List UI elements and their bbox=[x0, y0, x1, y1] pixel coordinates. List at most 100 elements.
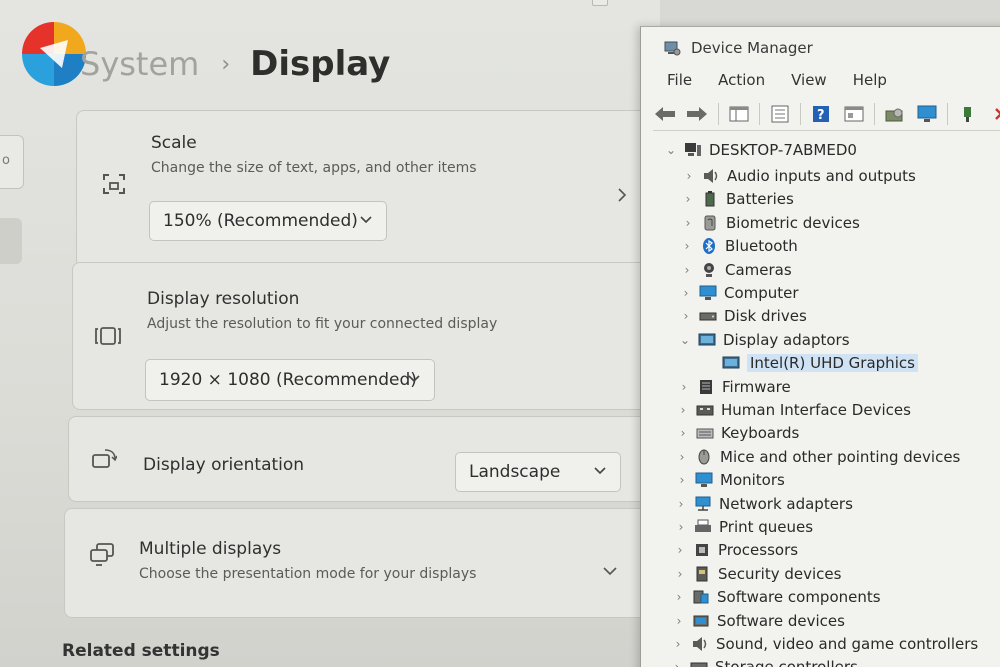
show-hide-console-tree-button[interactable] bbox=[727, 102, 751, 126]
menu-action[interactable]: Action bbox=[718, 71, 765, 95]
tree-item[interactable]: › Mice and other pointing devices bbox=[674, 446, 961, 468]
add-legacy-button[interactable] bbox=[956, 102, 980, 126]
tree-item[interactable]: › Cameras bbox=[679, 259, 792, 281]
tree-item[interactable]: › Security devices bbox=[672, 563, 842, 585]
tree-item[interactable]: ⌄ Display adaptors bbox=[677, 329, 850, 351]
tree-item-label: Display adaptors bbox=[723, 331, 850, 349]
tree-root[interactable]: ⌄ DESKTOP-7ABMED0 bbox=[663, 139, 857, 161]
tree-item[interactable]: › Bluetooth bbox=[679, 235, 798, 257]
tree-item[interactable]: › Software devices bbox=[671, 610, 845, 632]
scan-hardware-icon bbox=[917, 105, 937, 122]
chevron-right-icon[interactable]: › bbox=[675, 426, 691, 440]
tree-item-label: Keyboards bbox=[721, 424, 800, 442]
tree-item[interactable]: › Software components bbox=[671, 586, 881, 608]
hid-icon bbox=[695, 401, 715, 419]
tree-item[interactable]: Intel(R) UHD Graphics bbox=[701, 352, 918, 374]
chevron-right-icon bbox=[618, 188, 627, 202]
tree-item[interactable]: › Print queues bbox=[673, 516, 814, 538]
resolution-icon bbox=[95, 327, 121, 345]
properties-button[interactable] bbox=[768, 102, 792, 126]
tree-item[interactable]: › Network adapters bbox=[673, 493, 853, 515]
sound-icon bbox=[690, 635, 710, 653]
device-manager-icon bbox=[664, 41, 681, 56]
tree-item[interactable]: › Firmware bbox=[676, 376, 791, 398]
nav-search-stub[interactable]: o bbox=[0, 135, 24, 189]
svg-text:?: ? bbox=[817, 108, 825, 123]
chevron-right-icon[interactable]: › bbox=[673, 497, 689, 511]
chevron-right-icon[interactable]: › bbox=[671, 614, 687, 628]
chevron-right-icon[interactable]: › bbox=[680, 192, 696, 206]
tree-item[interactable]: › Audio inputs and outputs bbox=[681, 165, 916, 187]
tree-item[interactable]: › Human Interface Devices bbox=[675, 399, 911, 421]
tree-item[interactable]: › Biometric devices bbox=[680, 212, 860, 234]
back-button[interactable] bbox=[653, 102, 677, 126]
chevron-right-icon[interactable]: › bbox=[672, 543, 688, 557]
chevron-right-icon[interactable]: › bbox=[672, 567, 688, 581]
network-icon bbox=[693, 495, 713, 513]
processor-icon bbox=[692, 541, 712, 559]
tree-item[interactable]: › Computer bbox=[678, 282, 799, 304]
resolution-dropdown[interactable]: 1920 × 1080 (Recommended) bbox=[145, 359, 435, 401]
chevron-right-icon[interactable]: › bbox=[676, 380, 692, 394]
related-settings-heading: Related settings bbox=[62, 641, 220, 661]
chevron-right-icon[interactable]: › bbox=[678, 286, 694, 300]
orientation-dropdown-value: Landscape bbox=[469, 462, 561, 482]
tree-item-label: Software devices bbox=[717, 612, 845, 630]
storage-icon bbox=[689, 658, 709, 667]
chevron-right-icon[interactable]: › bbox=[674, 450, 690, 464]
chevron-right-icon[interactable]: › bbox=[679, 239, 695, 253]
tree-item-label: Audio inputs and outputs bbox=[727, 167, 916, 185]
chevron-right-icon[interactable]: › bbox=[679, 263, 695, 277]
window-button[interactable] bbox=[592, 0, 608, 6]
chevron-right-icon[interactable]: › bbox=[670, 637, 686, 651]
nav-selected-stub[interactable] bbox=[0, 218, 22, 264]
update-driver-button[interactable] bbox=[883, 102, 907, 126]
chevron-right-icon[interactable]: › bbox=[673, 520, 689, 534]
tree-item[interactable]: › Sound, video and game controllers bbox=[670, 633, 979, 655]
chevron-right-icon[interactable]: › bbox=[678, 309, 694, 323]
console-tree-icon bbox=[729, 106, 749, 121]
chevron-down-icon[interactable]: ⌄ bbox=[677, 333, 693, 347]
menu-help[interactable]: Help bbox=[853, 71, 887, 95]
breadcrumb-chevron-icon: › bbox=[221, 51, 231, 77]
tree-item-label: Security devices bbox=[718, 565, 842, 583]
device-manager-titlebar[interactable]: Device Manager bbox=[641, 27, 1000, 67]
chevron-right-icon[interactable]: › bbox=[674, 473, 690, 487]
tree-item-label: Network adapters bbox=[719, 495, 853, 513]
scale-dropdown-value: 150% (Recommended) bbox=[163, 211, 358, 231]
display-adapter-icon bbox=[721, 354, 741, 372]
tree-item-label: Batteries bbox=[726, 190, 794, 208]
scan-hardware-button[interactable] bbox=[915, 102, 939, 126]
scale-dropdown[interactable]: 150% (Recommended) bbox=[149, 201, 387, 241]
resolution-dropdown-value: 1920 × 1080 (Recommended) bbox=[159, 370, 417, 390]
tree-item[interactable]: › Disk drives bbox=[678, 305, 807, 327]
forward-button[interactable] bbox=[685, 102, 709, 126]
firmware-icon bbox=[696, 378, 716, 396]
chevron-down-icon[interactable]: ⌄ bbox=[663, 143, 679, 157]
help-button[interactable]: ? bbox=[809, 102, 833, 126]
menu-file[interactable]: File bbox=[667, 71, 692, 95]
orientation-dropdown[interactable]: Landscape bbox=[455, 452, 621, 492]
tree-item[interactable]: › Batteries bbox=[680, 188, 794, 210]
tree-item-label: Disk drives bbox=[724, 307, 807, 325]
breadcrumb-system-link[interactable]: System bbox=[80, 45, 199, 83]
menu-view[interactable]: View bbox=[791, 71, 827, 95]
chevron-right-icon[interactable]: › bbox=[675, 403, 691, 417]
tree-item[interactable]: › Monitors bbox=[674, 469, 785, 491]
chevron-right-icon[interactable]: › bbox=[671, 590, 687, 604]
chevron-down-icon bbox=[408, 375, 420, 383]
chevron-right-icon[interactable]: › bbox=[681, 169, 697, 183]
multiple-displays-card[interactable]: Multiple displays Choose the presentatio… bbox=[64, 508, 666, 618]
tree-item[interactable]: › Storage controllers bbox=[669, 656, 858, 667]
tree-item-label: Monitors bbox=[720, 471, 785, 489]
scale-card[interactable]: Scale Change the size of text, apps, and… bbox=[76, 110, 666, 268]
chevron-right-icon[interactable]: › bbox=[680, 216, 696, 230]
scale-icon bbox=[103, 174, 125, 194]
tree-item[interactable]: › Processors bbox=[672, 539, 798, 561]
uninstall-button[interactable] bbox=[989, 102, 1000, 126]
tree-item[interactable]: › Keyboards bbox=[675, 422, 800, 444]
resolution-description: Adjust the resolution to fit your connec… bbox=[147, 316, 498, 332]
monitor-icon bbox=[694, 471, 714, 489]
view-button[interactable] bbox=[841, 102, 865, 126]
chevron-right-icon[interactable]: › bbox=[669, 660, 685, 667]
